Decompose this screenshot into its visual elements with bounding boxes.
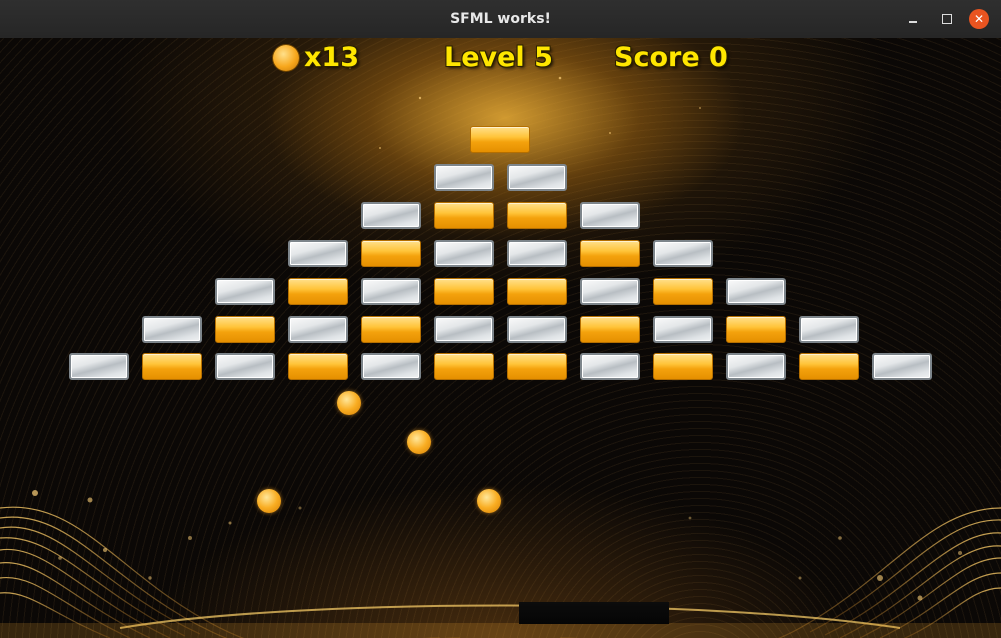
- gold-brick: [360, 239, 421, 267]
- lives-ball-icon: [273, 45, 299, 71]
- silver-brick: [214, 277, 275, 305]
- silver-brick: [360, 201, 421, 229]
- gold-brick: [360, 315, 421, 343]
- silver-brick: [287, 315, 348, 343]
- silver-brick: [287, 239, 348, 267]
- window-title: SFML works!: [450, 11, 551, 27]
- silver-brick: [433, 163, 494, 191]
- silver-brick: [506, 315, 567, 343]
- ball: [407, 430, 431, 454]
- gold-brick: [287, 353, 348, 381]
- silver-brick: [652, 239, 713, 267]
- paddle[interactable]: [519, 602, 669, 624]
- silver-brick: [652, 315, 713, 343]
- maximize-icon[interactable]: [937, 9, 957, 29]
- silver-brick: [871, 353, 932, 381]
- silver-brick: [433, 239, 494, 267]
- game-canvas[interactable]: x13 Level 5 Score 0: [0, 38, 1001, 638]
- silver-brick: [798, 315, 859, 343]
- silver-brick: [579, 201, 640, 229]
- gold-brick: [433, 277, 494, 305]
- silver-brick: [725, 353, 786, 381]
- gold-brick: [725, 315, 786, 343]
- lives-counter: x13: [304, 42, 359, 73]
- gold-brick: [506, 277, 567, 305]
- score-label: Score 0: [614, 42, 728, 73]
- game-window: SFML works! ✕ x13 Level 5 Score 0: [0, 0, 1001, 638]
- ball: [337, 391, 361, 415]
- gold-brick: [579, 315, 640, 343]
- ball: [257, 489, 281, 513]
- silver-brick: [360, 277, 421, 305]
- level-label: Level 5: [444, 42, 553, 73]
- ball: [477, 489, 501, 513]
- silver-brick: [141, 315, 202, 343]
- gold-brick: [798, 353, 859, 381]
- title-bar[interactable]: SFML works! ✕: [0, 0, 1001, 39]
- silver-brick: [214, 353, 275, 381]
- silver-brick: [579, 353, 640, 381]
- silver-brick: [68, 353, 129, 381]
- gold-brick: [141, 353, 202, 381]
- gold-brick: [506, 353, 567, 381]
- silver-brick: [506, 163, 567, 191]
- gold-brick: [214, 315, 275, 343]
- gold-brick: [652, 353, 713, 381]
- gold-brick: [287, 277, 348, 305]
- gold-brick: [433, 201, 494, 229]
- silver-brick: [433, 315, 494, 343]
- close-icon[interactable]: ✕: [969, 9, 989, 29]
- gold-brick: [506, 201, 567, 229]
- silver-brick: [360, 353, 421, 381]
- silver-brick: [579, 277, 640, 305]
- silver-brick: [506, 239, 567, 267]
- gold-brick: [470, 126, 530, 153]
- silver-brick: [725, 277, 786, 305]
- minimize-icon[interactable]: [903, 9, 923, 29]
- gold-brick: [579, 239, 640, 267]
- gold-brick: [433, 353, 494, 381]
- gold-brick: [652, 277, 713, 305]
